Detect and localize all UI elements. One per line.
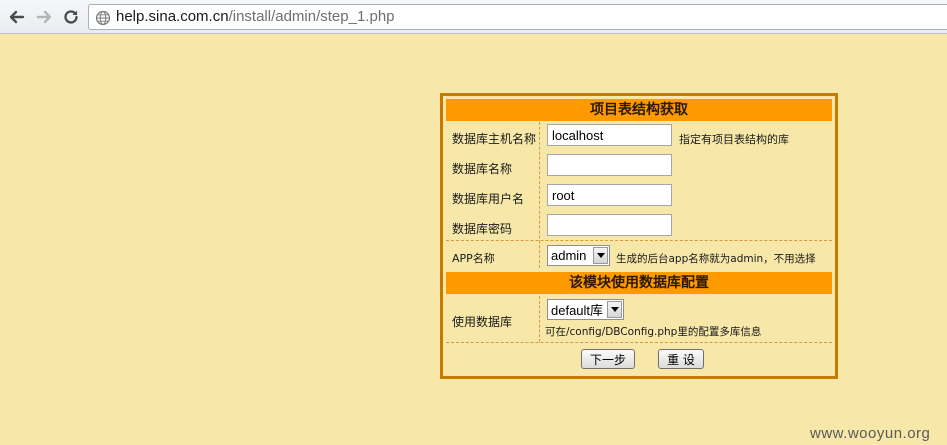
back-arrow-icon[interactable] — [5, 5, 29, 29]
app-name-selected: admin — [551, 248, 587, 263]
db-pass-label: 数据库密码 — [452, 222, 513, 236]
url-path: /install/admin/step_1.php — [228, 8, 395, 25]
column-divider — [539, 122, 540, 268]
use-db-label: 使用数据库 — [452, 315, 513, 329]
db-name-input[interactable] — [547, 154, 672, 176]
column-divider — [539, 296, 540, 342]
browser-toolbar: help.sina.com.cn/install/admin/step_1.ph… — [0, 0, 947, 34]
address-bar[interactable]: help.sina.com.cn/install/admin/step_1.ph… — [88, 4, 947, 30]
chevron-down-icon — [593, 247, 608, 264]
db-pass-input[interactable] — [547, 214, 672, 236]
reload-icon[interactable] — [59, 5, 83, 29]
forward-arrow-icon[interactable] — [32, 5, 56, 29]
install-form-panel: 项目表结构获取 数据库主机名称 指定有项目表结构的库 数据库名称 数据库用户名 … — [440, 93, 838, 379]
app-name-hint: 生成的后台app名称就为admin，不用选择 — [616, 253, 816, 265]
row-divider — [446, 240, 832, 241]
db-host-label: 数据库主机名称 — [452, 132, 537, 146]
db-name-label: 数据库名称 — [452, 162, 513, 176]
db-user-label: 数据库用户名 — [452, 192, 525, 206]
section-header-db-config: 该模块使用数据库配置 — [446, 272, 832, 294]
use-db-select[interactable]: default库 — [547, 299, 624, 320]
chevron-down-icon — [607, 301, 622, 318]
db-host-input[interactable] — [547, 124, 672, 146]
row-divider — [446, 342, 832, 343]
next-step-button[interactable]: 下一步 — [581, 349, 635, 369]
use-db-selected: default库 — [551, 303, 604, 318]
url-host: help.sina.com.cn — [116, 8, 229, 25]
globe-icon — [95, 10, 111, 26]
reset-button[interactable]: 重 设 — [658, 349, 704, 369]
url-text: help.sina.com.cn/install/admin/step_1.ph… — [116, 8, 395, 25]
app-name-label: APP名称 — [452, 252, 495, 265]
db-host-hint: 指定有项目表结构的库 — [679, 133, 789, 146]
section-header-project-structure: 项目表结构获取 — [446, 99, 832, 121]
db-user-input[interactable] — [547, 184, 672, 206]
use-db-hint: 可在/config/DBConfig.php里的配置多库信息 — [545, 326, 762, 338]
app-name-select[interactable]: admin — [547, 245, 610, 266]
watermark: www.wooyun.org — [810, 425, 931, 442]
